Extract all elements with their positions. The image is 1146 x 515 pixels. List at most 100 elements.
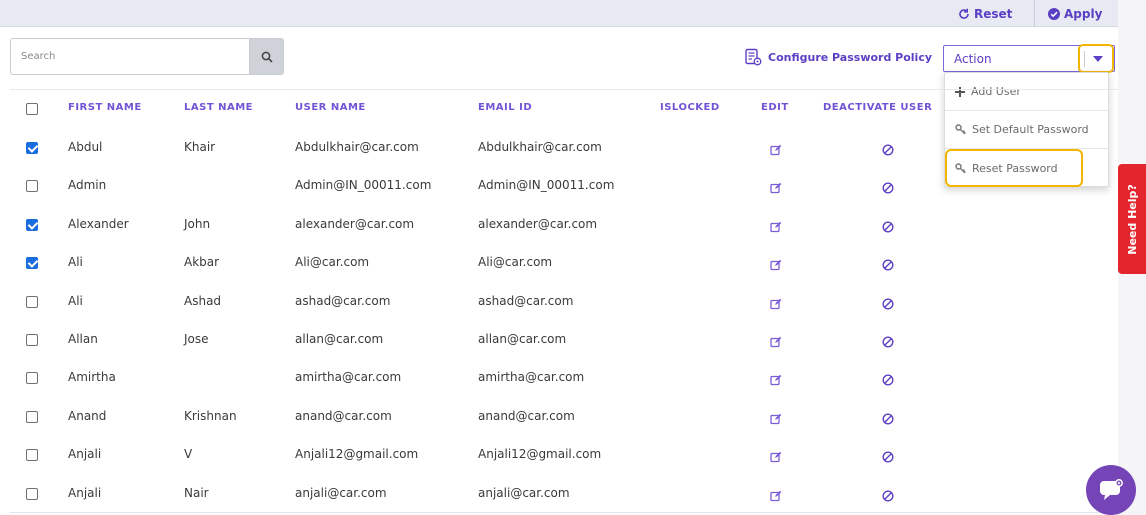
- header-email-id[interactable]: EMAIL ID: [478, 102, 532, 113]
- cell-user-name: Ali@car.com: [295, 255, 370, 270]
- cell-last-name: Jose: [184, 332, 209, 346]
- deactivate-icon[interactable]: [882, 179, 894, 198]
- row-checkbox[interactable]: [26, 487, 38, 500]
- cell-last-name: Akbar: [184, 255, 220, 270]
- cell-email-id: anand@car.com: [478, 408, 575, 423]
- row-checkbox[interactable]: [26, 218, 38, 231]
- select-all-checkbox[interactable]: [26, 103, 38, 115]
- action-select-value: Action: [954, 52, 992, 66]
- refresh-icon: [959, 8, 969, 19]
- edit-icon[interactable]: [770, 295, 782, 314]
- deactivate-icon[interactable]: [882, 333, 894, 352]
- cell-user-name: Admin@IN_00011.com: [295, 178, 432, 193]
- configure-password-policy-link[interactable]: Configure Password Policy: [744, 48, 932, 66]
- cell-email-id: Ali@car.com: [478, 255, 553, 270]
- need-help-tab[interactable]: Need Help?: [1118, 164, 1146, 274]
- header-last-name[interactable]: LAST NAME: [184, 102, 253, 113]
- toolbar-divider: [1034, 0, 1035, 27]
- row-checkbox[interactable]: [26, 449, 38, 462]
- cell-user-name: allan@car.com: [295, 332, 384, 346]
- cell-email-id: Admin@IN_00011.com: [478, 178, 615, 193]
- configure-password-policy-label: Configure Password Policy: [768, 50, 933, 64]
- row-checkbox[interactable]: [26, 372, 38, 385]
- cell-email-id: alexander@car.com: [478, 216, 598, 231]
- deactivate-icon[interactable]: [882, 295, 894, 314]
- top-toolbar: Reset Apply: [0, 0, 1118, 27]
- cell-first-name: Allan: [68, 332, 98, 346]
- cell-last-name: Krishnan: [184, 408, 237, 423]
- cell-user-name: alexander@car.com: [295, 216, 415, 231]
- header-first-name[interactable]: FIRST NAME: [68, 102, 142, 113]
- search-icon: [261, 51, 273, 63]
- reset-button[interactable]: Reset: [958, 0, 1012, 27]
- header-islocked[interactable]: ISLOCKED: [660, 102, 720, 113]
- edit-icon[interactable]: [770, 371, 782, 390]
- row-checkbox[interactable]: [26, 410, 38, 423]
- menu-item-label: Set Default Password: [972, 123, 1089, 136]
- row-checkbox[interactable]: [26, 334, 38, 346]
- row-checkbox[interactable]: [26, 180, 38, 193]
- reset-password-highlight: [945, 149, 1083, 187]
- cell-first-name: Alexander: [68, 216, 129, 231]
- edit-icon[interactable]: [770, 410, 782, 429]
- deactivate-icon[interactable]: [882, 218, 894, 237]
- row-checkbox[interactable]: [26, 142, 38, 154]
- chat-button[interactable]: [1086, 465, 1136, 515]
- header-deactivate-user: DEACTIVATE USER: [823, 102, 933, 113]
- row-checkbox[interactable]: [26, 295, 38, 308]
- edit-icon[interactable]: [770, 448, 782, 467]
- menu-item-add-user[interactable]: Add User: [945, 73, 1110, 111]
- table-header-divider: [10, 89, 1118, 90]
- cell-first-name: Anjali: [68, 447, 102, 462]
- deactivate-icon[interactable]: [882, 410, 894, 429]
- apply-button[interactable]: Apply: [1048, 0, 1102, 27]
- cell-email-id: ashad@car.com: [478, 293, 574, 308]
- cell-first-name: Ali: [68, 293, 83, 308]
- header-user-name[interactable]: USER NAME: [295, 102, 366, 113]
- header-edit: EDIT: [761, 102, 789, 113]
- cell-first-name: Anjali: [68, 485, 102, 500]
- cell-last-name: Ashad: [184, 293, 222, 308]
- edit-icon[interactable]: [770, 333, 782, 352]
- check-circle-icon: [1048, 7, 1060, 20]
- search-input[interactable]: [10, 38, 250, 75]
- cell-email-id: Anjali12@gmail.com: [478, 447, 602, 462]
- cell-user-name: anand@car.com: [295, 408, 392, 423]
- caret-down-icon: [1093, 55, 1103, 62]
- action-dropdown-toggle[interactable]: [1078, 44, 1114, 73]
- cell-last-name: John: [184, 216, 211, 231]
- deactivate-icon[interactable]: [882, 256, 894, 275]
- deactivate-icon[interactable]: [882, 141, 894, 160]
- plus-icon: [955, 86, 965, 97]
- chat-icon: [1100, 479, 1123, 500]
- menu-item-set-default-password[interactable]: Set Default Password: [945, 111, 1110, 149]
- edit-icon[interactable]: [770, 218, 782, 237]
- cell-email-id: allan@car.com: [478, 332, 567, 346]
- deactivate-icon[interactable]: [882, 371, 894, 390]
- cell-first-name: Anand: [68, 408, 107, 423]
- edit-icon[interactable]: [770, 256, 782, 275]
- cell-email-id: amirtha@car.com: [478, 370, 585, 385]
- cell-email-id: Abdulkhair@car.com: [478, 140, 602, 154]
- select-divider: [1084, 51, 1085, 67]
- cell-user-name: anjali@car.com: [295, 485, 387, 500]
- deactivate-icon[interactable]: [882, 487, 894, 506]
- edit-icon[interactable]: [770, 179, 782, 198]
- cell-last-name: Nair: [184, 485, 209, 500]
- deactivate-icon[interactable]: [882, 448, 894, 467]
- cell-first-name: Amirtha: [68, 370, 116, 385]
- search-button[interactable]: [249, 38, 284, 75]
- cell-first-name: Ali: [68, 255, 83, 270]
- cell-user-name: amirtha@car.com: [295, 370, 402, 385]
- row-checkbox[interactable]: [26, 257, 38, 270]
- cell-user-name: Anjali12@gmail.com: [295, 447, 419, 462]
- cell-email-id: anjali@car.com: [478, 485, 570, 500]
- cell-first-name: Abdul: [68, 140, 103, 154]
- key-icon: [955, 124, 966, 135]
- need-help-label: Need Help?: [1125, 183, 1139, 255]
- policy-document-icon: [745, 48, 762, 66]
- menu-item-label: Add User: [971, 85, 1021, 98]
- edit-icon[interactable]: [770, 141, 782, 160]
- reset-label: Reset: [974, 6, 1013, 21]
- edit-icon[interactable]: [770, 487, 782, 506]
